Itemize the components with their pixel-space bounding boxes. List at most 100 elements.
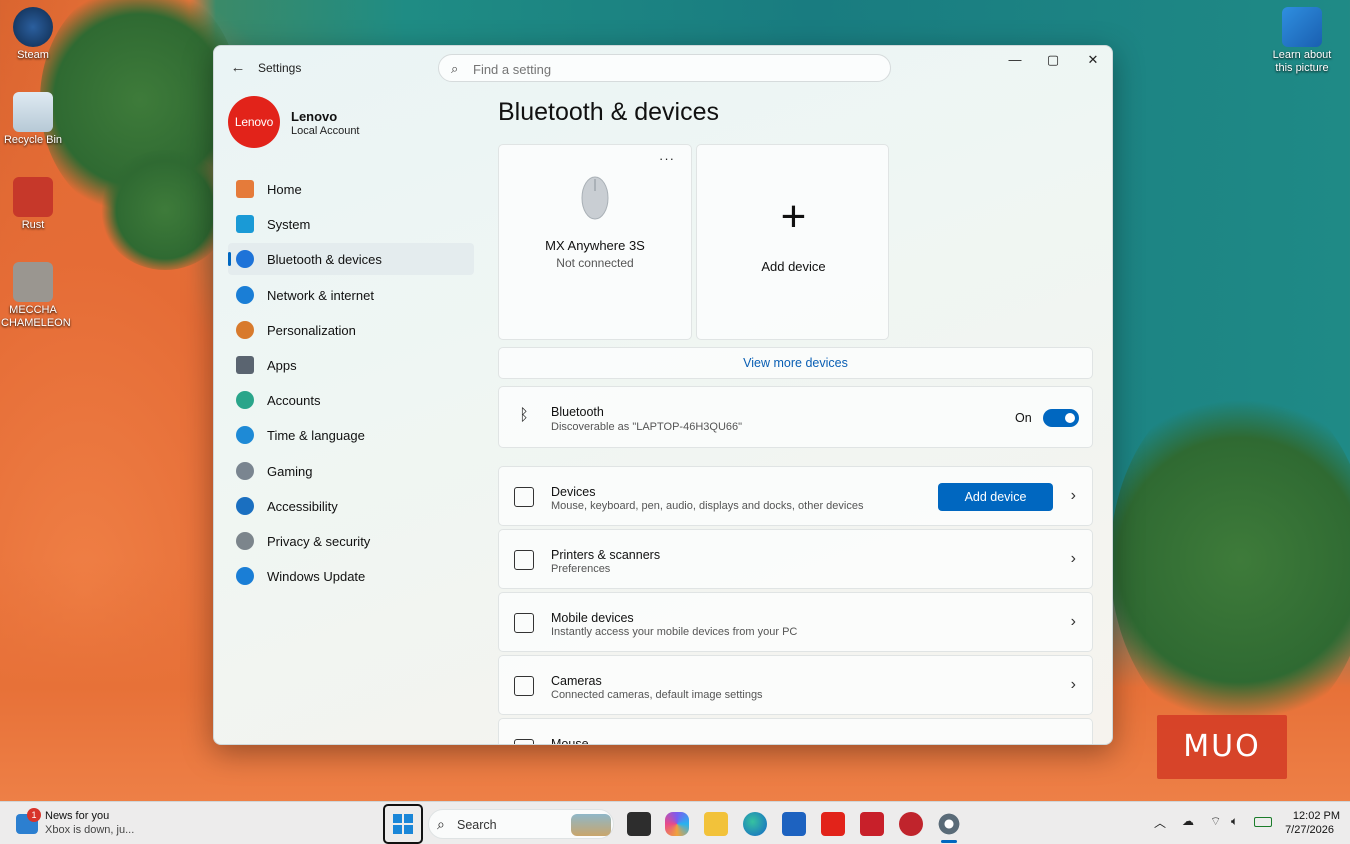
volume-icon[interactable]: 🔈︎ — [1231, 814, 1238, 829]
keyboard-icon — [514, 487, 534, 507]
task-view-icon[interactable] — [627, 812, 651, 836]
meccha-chameleon-icon — [13, 262, 53, 302]
sidebar-item-system[interactable]: System — [228, 208, 474, 240]
sidebar-item-label: Windows Update — [267, 569, 366, 585]
person-icon — [236, 391, 254, 410]
cloud-offline-icon[interactable]: ☁ — [1182, 814, 1194, 828]
add-device-button[interactable]: Add device — [938, 483, 1053, 511]
desktop-learn-about-picture[interactable]: Learn about this picture — [1268, 7, 1336, 75]
device-name: MX Anywhere 3S — [545, 238, 645, 253]
row-cameras[interactable]: Cameras Connected cameras, default image … — [498, 655, 1093, 715]
row-mouse[interactable]: Mouse › — [498, 718, 1093, 744]
sidebar-item-label: Gaming — [267, 463, 313, 479]
sidebar-item-label: Privacy & security — [267, 533, 371, 549]
desktop-icon-rust[interactable]: Rust — [1, 177, 65, 232]
avatar: Lenovo — [228, 96, 280, 148]
sidebar-item-network-internet[interactable]: Network & internet — [228, 279, 474, 311]
sidebar-item-personalization[interactable]: Personalization — [228, 314, 474, 346]
view-more-devices-link[interactable]: View more devices — [498, 347, 1093, 379]
bluetooth-icon: ᛒ — [519, 407, 529, 424]
settings-window: ← Settings ⌕ — ▢ ✕ Lenovo Lenovo Local A… — [213, 45, 1113, 745]
mcafee-icon[interactable] — [860, 812, 884, 836]
sidebar-item-gaming[interactable]: Gaming — [228, 455, 474, 487]
close-button[interactable]: ✕ — [1073, 46, 1112, 76]
copilot-icon[interactable] — [665, 812, 689, 836]
sidebar-item-label: Apps — [267, 357, 297, 373]
chevron-right-icon: › — [1070, 550, 1076, 567]
more-options-button[interactable]: ··· — [659, 151, 675, 166]
chevron-right-icon: › — [1070, 676, 1076, 693]
sidebar-item-label: Bluetooth & devices — [267, 252, 382, 268]
clock-time[interactable]: 12:02 PM — [1282, 810, 1340, 822]
profile-name: Lenovo — [291, 109, 338, 124]
rust-icon — [13, 177, 53, 217]
store-icon[interactable] — [782, 812, 806, 836]
news-badge: 1 — [27, 808, 41, 822]
bluetooth-toggle[interactable] — [1043, 409, 1079, 427]
sidebar-item-time-language[interactable]: Time & language — [228, 419, 474, 451]
wifi-icon — [236, 285, 254, 304]
bluetooth-state-label: On — [1015, 411, 1032, 425]
sidebar-item-windows-update[interactable]: Windows Update — [228, 560, 474, 592]
brush-icon — [236, 320, 254, 339]
row-subtitle: Connected cameras, default image setting… — [551, 689, 763, 701]
chevron-right-icon: › — [1071, 739, 1076, 744]
search-highlight-icon — [571, 814, 611, 836]
app-title: Settings — [258, 61, 302, 75]
recycle-bin-icon — [13, 92, 53, 132]
active-app-indicator — [941, 840, 957, 843]
sidebar-item-privacy-security[interactable]: Privacy & security — [228, 525, 474, 557]
search-box[interactable]: ⌕ — [438, 54, 891, 82]
page-title: Bluetooth & devices — [498, 98, 719, 126]
desktop-icon-recycle-bin[interactable]: Recycle Bin — [1, 92, 65, 147]
bluetooth-subtitle: Discoverable as "LAPTOP-46H3QU66" — [551, 421, 743, 433]
profile-account-type: Local Account — [291, 125, 360, 137]
sidebar-item-label: Time & language — [267, 428, 365, 444]
sidebar-item-apps[interactable]: Apps — [228, 349, 474, 381]
chevron-up-icon[interactable]: ︿ — [1154, 814, 1166, 831]
shield-icon — [236, 531, 254, 550]
toggle-knob — [1065, 413, 1075, 423]
desktop-icon-steam[interactable]: Steam — [1, 7, 65, 62]
lenovo-vantage-icon[interactable] — [821, 812, 845, 836]
printer-icon — [514, 550, 534, 570]
sidebar-item-home[interactable]: Home — [228, 173, 474, 205]
title-bar: ← Settings ⌕ — ▢ ✕ — [214, 46, 1112, 90]
row-devices[interactable]: Devices Mouse, keyboard, pen, audio, disp… — [498, 466, 1093, 526]
bluetooth-icon — [236, 250, 254, 269]
shop-icon[interactable] — [899, 812, 923, 836]
row-printers-scanners[interactable]: Printers & scanners Preferences › — [498, 529, 1093, 589]
news-title[interactable]: News for you — [45, 810, 109, 822]
add-device-card[interactable]: + Add device — [696, 144, 889, 340]
search-input[interactable] — [473, 59, 873, 79]
file-explorer-icon[interactable] — [704, 812, 728, 836]
minimize-button[interactable]: — — [995, 46, 1035, 76]
sidebar-item-bluetooth-devices[interactable]: Bluetooth & devices — [228, 243, 474, 276]
sidebar-item-accounts[interactable]: Accounts — [228, 384, 474, 416]
device-card[interactable]: ··· MX Anywhere 3S Not connected — [498, 144, 692, 340]
row-subtitle: Instantly access your mobile devices fro… — [551, 626, 798, 638]
desktop-icon-meccha[interactable]: MECCHA CHAMELEON — [1, 262, 71, 330]
device-status: Not connected — [556, 256, 634, 270]
system-icon — [236, 215, 254, 234]
clock-date[interactable]: 7/27/2026 — [1282, 824, 1334, 836]
steam-icon — [13, 7, 53, 47]
plus-icon: + — [780, 192, 807, 241]
home-icon — [236, 180, 254, 198]
accessibility-icon — [236, 496, 254, 515]
battery-icon[interactable] — [1254, 817, 1272, 827]
row-subtitle: Preferences — [551, 563, 611, 575]
globe-clock-icon — [236, 426, 254, 445]
user-profile[interactable]: Lenovo Lenovo Local Account — [228, 96, 478, 150]
sidebar-item-label: Accounts — [267, 393, 321, 409]
maximize-button[interactable]: ▢ — [1033, 46, 1073, 76]
sidebar-item-accessibility[interactable]: Accessibility — [228, 490, 474, 522]
row-mobile-devices[interactable]: Mobile devices Instantly access your mobi… — [498, 592, 1093, 652]
taskbar-search[interactable]: ⌕ Search — [428, 809, 614, 839]
back-button[interactable]: ← — [228, 58, 248, 78]
settings-gear-icon[interactable] — [937, 812, 961, 836]
wifi-icon[interactable]: ⌔ — [1210, 814, 1221, 829]
mouse-device-icon — [581, 176, 609, 220]
start-button[interactable] — [383, 804, 423, 844]
edge-icon[interactable] — [743, 812, 767, 836]
